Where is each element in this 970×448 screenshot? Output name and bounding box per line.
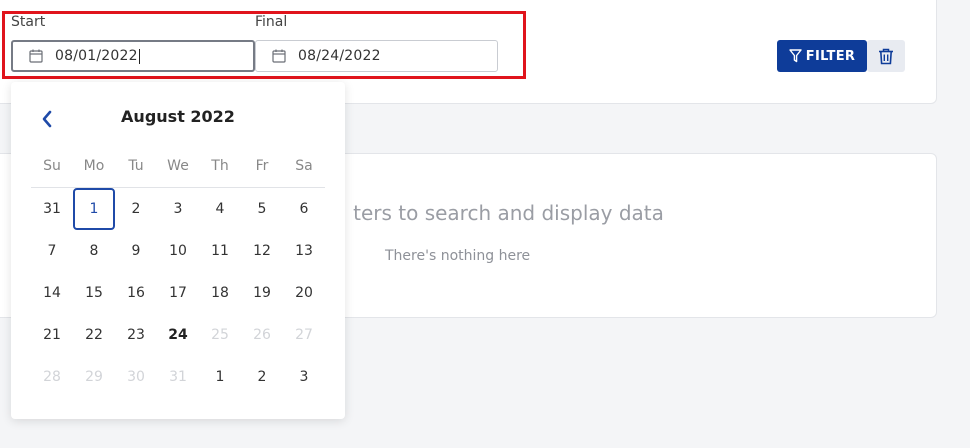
final-date-value: 08/24/2022 bbox=[298, 48, 381, 64]
calendar-day[interactable]: 19 bbox=[241, 272, 283, 314]
start-date-input[interactable]: 08/01/2022 bbox=[11, 40, 255, 72]
calendar-day[interactable]: 2 bbox=[241, 356, 283, 398]
calendar-day: 30 bbox=[127, 369, 145, 385]
calendar-day[interactable]: 12 bbox=[241, 230, 283, 272]
text-caret bbox=[138, 48, 140, 64]
calendar-day[interactable]: 21 bbox=[31, 314, 73, 356]
calendar-icon bbox=[272, 49, 286, 63]
calendar-day[interactable]: 6 bbox=[283, 188, 325, 230]
weekday-label: Tu bbox=[128, 158, 144, 174]
calendar-day[interactable]: 15 bbox=[73, 272, 115, 314]
calendar-day[interactable]: 5 bbox=[241, 188, 283, 230]
calendar-day[interactable]: 4 bbox=[199, 188, 241, 230]
calendar-day[interactable]: 11 bbox=[199, 230, 241, 272]
calendar-day[interactable]: 2 bbox=[115, 188, 157, 230]
calendar-day: 31 bbox=[169, 369, 187, 385]
weekday-label: Th bbox=[211, 158, 229, 174]
calendar-day[interactable]: 10 bbox=[157, 230, 199, 272]
weekday-label: Sa bbox=[295, 158, 313, 174]
calendar-day[interactable]: 23 bbox=[115, 314, 157, 356]
clear-filters-button[interactable] bbox=[867, 40, 905, 72]
calendar-day: 27 bbox=[295, 327, 313, 343]
weekday-label: Su bbox=[43, 158, 61, 174]
calendar-icon bbox=[29, 49, 43, 63]
weekday-label: We bbox=[167, 158, 189, 174]
calendar-day: 28 bbox=[43, 369, 61, 385]
final-date-label: Final bbox=[255, 14, 288, 30]
calendar-day[interactable]: 31 bbox=[31, 188, 73, 230]
month-title: August 2022 bbox=[121, 107, 235, 126]
calendar-day[interactable]: 1 bbox=[199, 356, 241, 398]
calendar-day: 25 bbox=[211, 327, 229, 343]
calendar-day[interactable]: 18 bbox=[199, 272, 241, 314]
filter-button-label: FILTER bbox=[805, 48, 856, 64]
weekday-label: Fr bbox=[255, 158, 269, 174]
calendar-days-grid: 31 1 2 3 4 5 6 7 8 9 10 11 12 13 14 15 16 17 18 19 20 21 22 23 2… bbox=[31, 188, 325, 398]
start-date-value: 08/01/2022 bbox=[55, 48, 138, 64]
filter-button[interactable]: FILTER bbox=[777, 40, 867, 72]
filter-funnel-icon bbox=[789, 49, 802, 63]
calendar-day[interactable]: 9 bbox=[115, 230, 157, 272]
calendar-day[interactable]: 14 bbox=[31, 272, 73, 314]
empty-state-subtitle: There's nothing here bbox=[385, 248, 531, 264]
final-date-input[interactable]: 08/24/2022 bbox=[255, 40, 498, 72]
calendar-day: 29 bbox=[85, 369, 103, 385]
start-date-label: Start bbox=[11, 14, 46, 30]
weekday-label: Mo bbox=[83, 158, 105, 174]
calendar-day[interactable]: 22 bbox=[73, 314, 115, 356]
calendar-day: 26 bbox=[253, 327, 271, 343]
calendar-day[interactable]: 3 bbox=[283, 356, 325, 398]
calendar-day[interactable]: 16 bbox=[115, 272, 157, 314]
calendar-day[interactable]: 20 bbox=[283, 272, 325, 314]
calendar-day[interactable]: 7 bbox=[31, 230, 73, 272]
calendar-day[interactable]: 3 bbox=[157, 188, 199, 230]
calendar-day[interactable]: 8 bbox=[73, 230, 115, 272]
weekday-header: Su Mo Tu We Th Fr Sa bbox=[31, 158, 325, 174]
calendar-day-selected[interactable]: 1 bbox=[73, 188, 115, 230]
trash-icon bbox=[879, 48, 893, 64]
calendar-day-today[interactable]: 24 bbox=[157, 314, 199, 356]
calendar-day[interactable]: 13 bbox=[283, 230, 325, 272]
date-picker-popup: August 2022 Su Mo Tu We Th Fr Sa 31 1 2 3 4 5… bbox=[11, 82, 345, 419]
calendar-day[interactable]: 17 bbox=[157, 272, 199, 314]
